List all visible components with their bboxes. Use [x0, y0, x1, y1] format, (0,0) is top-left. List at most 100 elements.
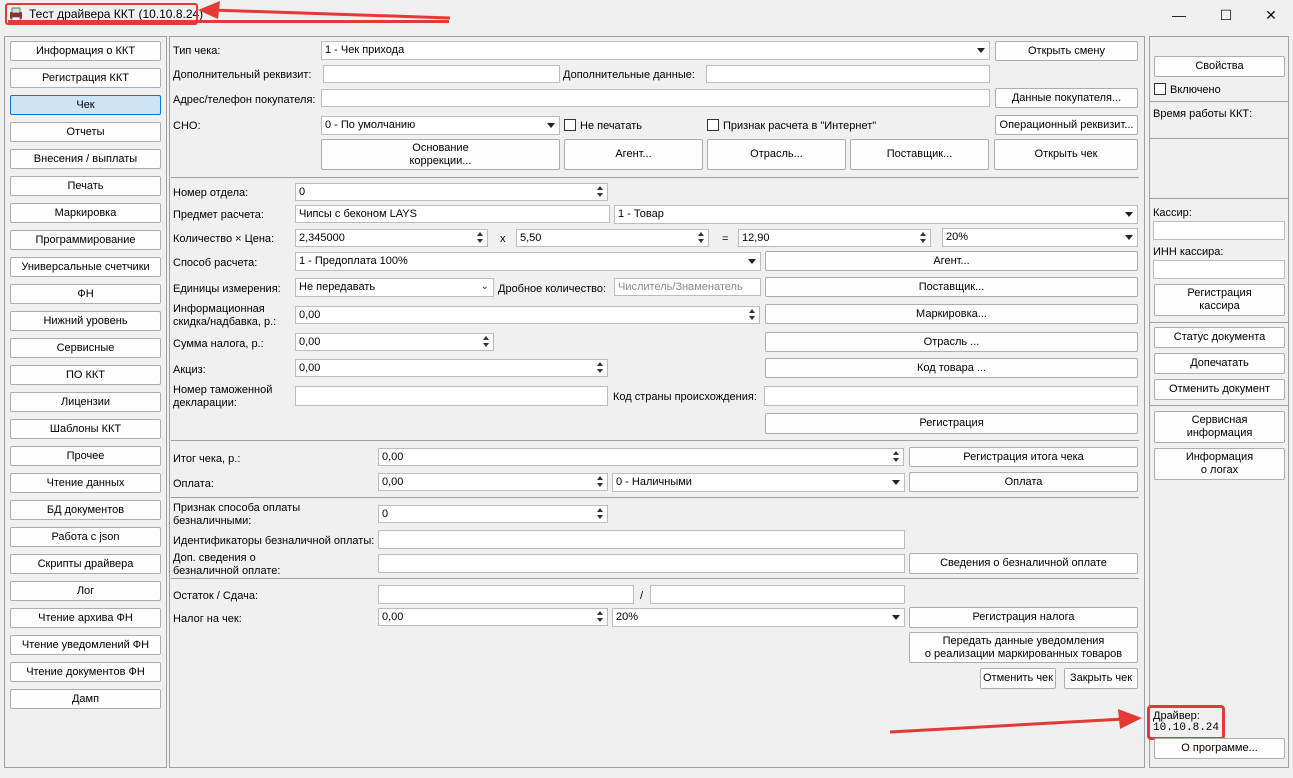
sidebar-item-23[interactable]: Чтение документов ФН [10, 662, 161, 682]
inn-input[interactable] [1153, 260, 1285, 279]
sidebar-item-22[interactable]: Чтение уведомлений ФН [10, 635, 161, 655]
sidebar-item-16[interactable]: Чтение данных [10, 473, 161, 493]
discount-input[interactable]: 0,00 [295, 306, 760, 324]
open-shift-button[interactable]: Открыть смену [995, 41, 1138, 61]
sidebar-item-3[interactable]: Отчеты [10, 122, 161, 142]
cashless-info-input[interactable] [378, 554, 905, 573]
cashless-ids-input[interactable] [378, 530, 905, 549]
total-input[interactable]: 0,00 [378, 448, 904, 466]
properties-button[interactable]: Свойства [1154, 56, 1285, 77]
cashless-info-button[interactable]: Сведения о безналичной оплате [909, 553, 1138, 574]
product-code-button[interactable]: Код товара ... [765, 358, 1138, 378]
tax-label: Сумма налога, р.: [173, 338, 264, 350]
qty-input[interactable]: 2,345000 [295, 229, 488, 247]
sidebar-item-17[interactable]: БД документов [10, 500, 161, 520]
service-info-button[interactable]: Сервисная информация [1154, 411, 1285, 443]
price-input[interactable]: 5,50 [516, 229, 709, 247]
reprint-button[interactable]: Допечатать [1154, 353, 1285, 374]
close-button[interactable]: ✕ [1256, 4, 1286, 26]
marking-button[interactable]: Маркировка... [765, 304, 1138, 324]
change-input[interactable] [378, 585, 634, 604]
close-receipt-button[interactable]: Закрыть чек [1064, 668, 1138, 689]
receipt-agent-button[interactable]: Агент... [564, 139, 703, 170]
sidebar-item-7[interactable]: Программирование [10, 230, 161, 250]
notify-marking-button[interactable]: Передать данные уведомления о реализации… [909, 632, 1138, 663]
subject-input[interactable]: Чипсы с беконом LAYS [295, 205, 610, 223]
sidebar-item-1[interactable]: Регистрация ККТ [10, 68, 161, 88]
sidebar-item-18[interactable]: Работа с json [10, 527, 161, 547]
sidebar-item-14[interactable]: Шаблоны ККТ [10, 419, 161, 439]
doc-status-button[interactable]: Статус документа [1154, 327, 1285, 348]
sno-label: СНО: [173, 120, 201, 132]
sno-select[interactable]: 0 - По умолчанию [321, 116, 560, 135]
receipt-supplier-button[interactable]: Поставщик... [850, 139, 989, 170]
item-supplier-button[interactable]: Поставщик... [765, 277, 1138, 297]
sidebar-item-9[interactable]: ФН [10, 284, 161, 304]
cashless-input[interactable]: 0 [378, 505, 608, 523]
sum-input[interactable]: 12,90 [738, 229, 931, 247]
method-select[interactable]: 1 - Предоплата 100% [295, 252, 761, 271]
buyer-data-button[interactable]: Данные покупателя... [995, 88, 1138, 108]
country-input[interactable] [764, 386, 1138, 406]
no-print-checkbox[interactable] [564, 119, 576, 131]
item-industry-button[interactable]: Отрасль ... [765, 332, 1138, 352]
separator [171, 578, 1139, 579]
sidebar-item-11[interactable]: Сервисные [10, 338, 161, 358]
qty-price-label: Количество × Цена: [173, 233, 275, 245]
item-agent-button[interactable]: Агент... [765, 251, 1138, 271]
vat-select[interactable]: 20% [942, 228, 1138, 247]
receipt-industry-button[interactable]: Отрасль... [707, 139, 846, 170]
cashier-input[interactable] [1153, 221, 1285, 240]
register-item-button[interactable]: Регистрация [765, 413, 1138, 434]
open-receipt-button[interactable]: Открыть чек [994, 139, 1138, 170]
sidebar-item-13[interactable]: Лицензии [10, 392, 161, 412]
equals-sign: = [722, 233, 729, 245]
payment-input[interactable]: 0,00 [378, 473, 608, 491]
subject-type-select[interactable]: 1 - Товар [614, 205, 1138, 224]
sidebar-item-21[interactable]: Чтение архива ФН [10, 608, 161, 628]
internet-checkbox[interactable] [707, 119, 719, 131]
excise-input[interactable]: 0,00 [295, 359, 608, 377]
extra-req-input[interactable] [323, 65, 560, 83]
cancel-document-button[interactable]: Отменить документ [1154, 379, 1285, 400]
minimize-button[interactable]: — [1164, 4, 1194, 26]
sidebar-item-10[interactable]: Нижний уровень [10, 311, 161, 331]
correction-button[interactable]: Основание коррекции... [321, 139, 560, 170]
sidebar-item-24[interactable]: Дамп [10, 689, 161, 709]
tax-input[interactable]: 0,00 [295, 333, 494, 351]
sidebar-item-6[interactable]: Маркировка [10, 203, 161, 223]
change-input-2[interactable] [650, 585, 905, 604]
register-tax-button[interactable]: Регистрация налога [909, 607, 1138, 628]
fraction-input[interactable]: Числитель/Знаменатель [614, 278, 761, 296]
sidebar-item-4[interactable]: Внесения / выплаты [10, 149, 161, 169]
register-cashier-button[interactable]: Регистрация кассира [1154, 284, 1285, 316]
sidebar-item-2[interactable]: Чек [10, 95, 161, 115]
buyer-addr-input[interactable] [321, 89, 990, 107]
dept-input[interactable]: 0 [295, 183, 608, 201]
cashless-label: Признак способа оплаты безналичными: [173, 502, 301, 527]
about-button[interactable]: О программе... [1154, 738, 1285, 759]
customs-input[interactable] [295, 386, 608, 406]
receipt-tax-rate-select[interactable]: 20% [612, 608, 905, 627]
sidebar-item-15[interactable]: Прочее [10, 446, 161, 466]
sidebar-item-20[interactable]: Лог [10, 581, 161, 601]
separator [1150, 198, 1288, 199]
register-total-button[interactable]: Регистрация итога чека [909, 447, 1138, 467]
cancel-receipt-button[interactable]: Отменить чек [980, 668, 1056, 689]
cashier-label: Кассир: [1153, 207, 1192, 219]
receipt-tax-input[interactable]: 0,00 [378, 608, 608, 626]
sidebar-item-8[interactable]: Универсальные счетчики [10, 257, 161, 277]
units-select[interactable]: Не передавать ⌄ [295, 278, 494, 297]
sidebar-item-0[interactable]: Информация о ККТ [10, 41, 161, 61]
sidebar-item-12[interactable]: ПО ККТ [10, 365, 161, 385]
log-info-button[interactable]: Информация о логах [1154, 448, 1285, 480]
op-req-button[interactable]: Операционный реквизит... [995, 115, 1138, 135]
enabled-checkbox[interactable] [1154, 83, 1166, 95]
extra-data-input[interactable] [706, 65, 990, 83]
sidebar-item-5[interactable]: Печать [10, 176, 161, 196]
maximize-button[interactable]: ☐ [1211, 4, 1241, 26]
payment-button[interactable]: Оплата [909, 472, 1138, 492]
payment-type-select[interactable]: 0 - Наличными [612, 473, 905, 492]
type-select[interactable]: 1 - Чек прихода [321, 41, 990, 60]
sidebar-item-19[interactable]: Скрипты драйвера [10, 554, 161, 574]
